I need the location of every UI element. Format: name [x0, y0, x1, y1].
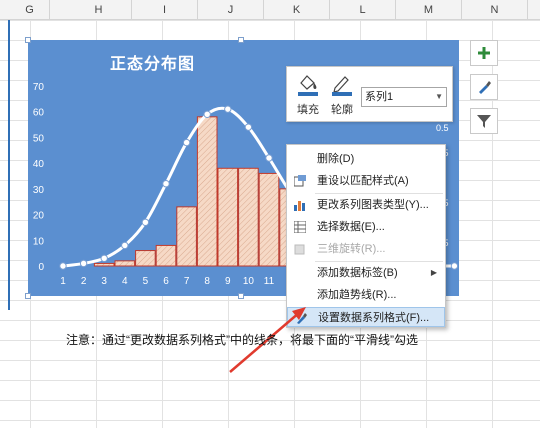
chart-resize-handle-top-left[interactable]: [25, 37, 31, 43]
rotate-3d-icon: [294, 244, 305, 255]
menu-separator: [315, 261, 443, 262]
chart-resize-handle-top[interactable]: [238, 37, 244, 43]
series-selector[interactable]: 系列1 ▼: [361, 87, 447, 107]
chevron-right-icon: ▶: [430, 268, 437, 277]
chart-title[interactable]: 正态分布图: [110, 50, 195, 74]
chart-resize-handle-bottom[interactable]: [238, 293, 244, 299]
pen-outline-icon: [332, 76, 352, 96]
instruction-note: 注意：通过“更改数据系列格式”中的线条，将最下面的“平滑线”勾选: [66, 333, 418, 347]
column-header-n[interactable]: N: [462, 0, 528, 20]
column-header-k[interactable]: K: [264, 0, 330, 20]
menu-item-reset-style[interactable]: 重设以匹配样式(A): [287, 171, 445, 191]
column-header-i[interactable]: I: [132, 0, 198, 20]
menu-item-select-data[interactable]: 选择数据(E)...: [287, 217, 445, 237]
chevron-down-icon: ▼: [435, 92, 443, 101]
chart-elements-button[interactable]: [470, 40, 498, 66]
fill-label: 填充: [297, 104, 319, 116]
select-data-icon: [294, 221, 306, 233]
chart-type-icon: [294, 201, 305, 211]
filter-icon: [477, 115, 491, 128]
context-menu: 删除(D) 重设以匹配样式(A) 更改系列图表类型(Y)... 选择数据(E).…: [286, 144, 446, 328]
paint-bucket-icon: [298, 75, 318, 96]
menu-item-label: 添加趋势线(R)...: [317, 289, 397, 301]
menu-item-label: 更改系列图表类型(Y)...: [317, 199, 429, 211]
menu-item-add-data-labels[interactable]: 添加数据标签(B) ▶: [287, 263, 445, 283]
menu-item-label: 设置数据系列格式(F)...: [318, 312, 430, 324]
fill-button[interactable]: 填充: [293, 71, 323, 117]
menu-item-3d-rotation: 三维旋转(R)...: [287, 239, 445, 259]
column-header-bar: G H I J K L M N: [0, 0, 540, 20]
format-series-icon: [297, 313, 307, 324]
chart-resize-handle-bottom-left[interactable]: [25, 293, 31, 299]
column-header-j[interactable]: J: [198, 0, 264, 20]
menu-item-label: 选择数据(E)...: [317, 221, 385, 233]
menu-item-format-data-series[interactable]: 设置数据系列格式(F)...: [287, 307, 445, 327]
menu-item-label: 删除(D): [317, 153, 355, 165]
outline-button[interactable]: 轮廓: [327, 71, 357, 117]
chart-styles-button[interactable]: [470, 74, 498, 100]
column-header-g[interactable]: G: [10, 0, 50, 20]
format-mini-toolbar: 填充 轮廓 系列1 ▼: [286, 66, 453, 122]
series-selector-value: 系列1: [365, 91, 394, 103]
menu-item-change-chart-type[interactable]: 更改系列图表类型(Y)...: [287, 195, 445, 215]
menu-item-add-trendline[interactable]: 添加趋势线(R)...: [287, 285, 445, 305]
column-header-l[interactable]: L: [330, 0, 396, 20]
menu-separator: [315, 193, 443, 194]
outline-label: 轮廓: [331, 104, 353, 116]
brush-icon: [479, 81, 491, 94]
column-header-m[interactable]: M: [396, 0, 462, 20]
plus-icon: [478, 47, 490, 59]
menu-item-label: 添加数据标签(B): [317, 267, 398, 279]
menu-item-delete[interactable]: 删除(D): [287, 149, 445, 169]
selection-border: [8, 20, 10, 310]
reset-style-icon: [294, 175, 306, 187]
column-header-h[interactable]: H: [66, 0, 132, 20]
menu-item-label: 重设以匹配样式(A): [317, 175, 409, 187]
menu-item-label: 三维旋转(R)...: [317, 243, 386, 255]
chart-filters-button[interactable]: [470, 108, 498, 134]
